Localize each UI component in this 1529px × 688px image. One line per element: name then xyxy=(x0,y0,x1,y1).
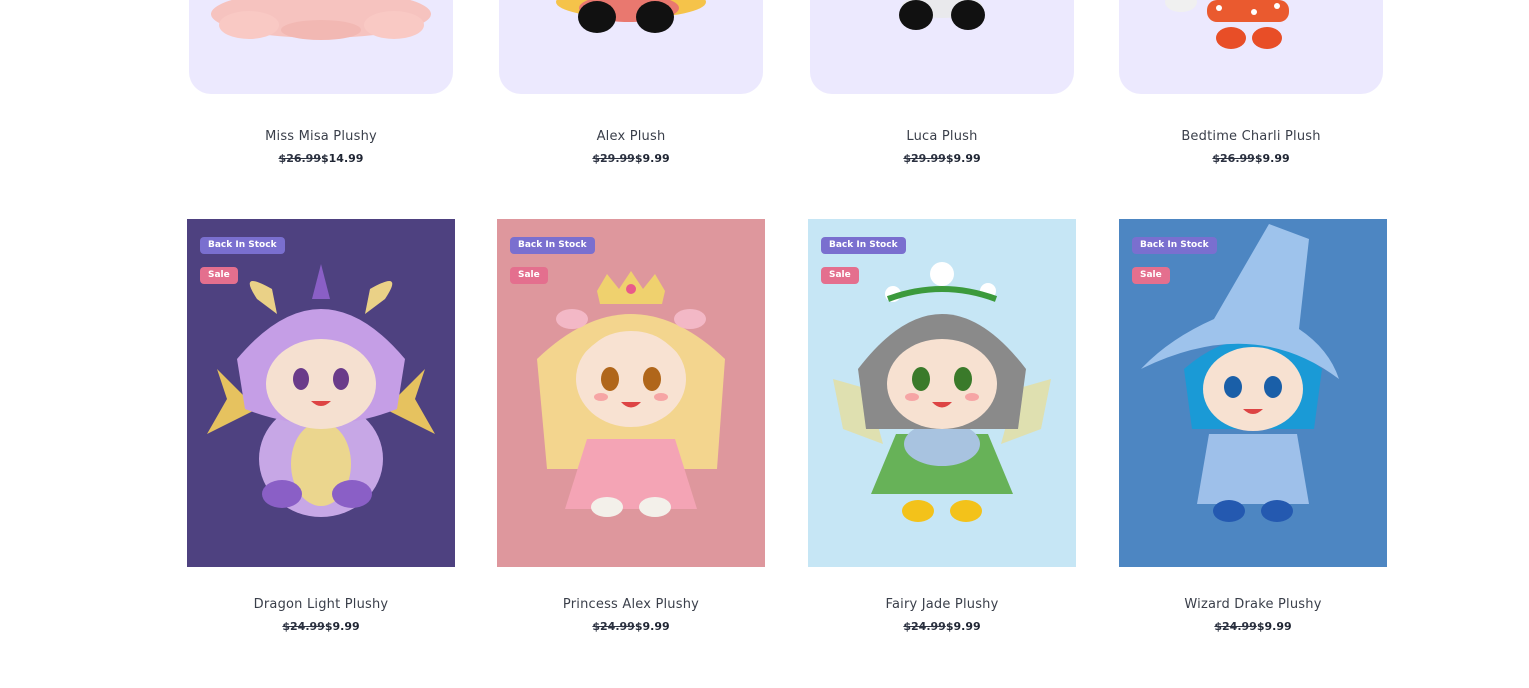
original-price: $24.99 xyxy=(1214,620,1257,633)
sale-price: $9.99 xyxy=(1256,620,1292,633)
original-price: $24.99 xyxy=(903,620,946,633)
product-card[interactable]: Back In Stock Sale Wizard Drake Plushy $… xyxy=(1119,0,1387,688)
back-in-stock-badge: Back In Stock xyxy=(510,237,595,254)
original-price: $24.99 xyxy=(282,620,325,633)
product-card[interactable]: Back In Stock Sale Princess Alex Plushy … xyxy=(497,0,765,688)
product-price: $24.99$9.99 xyxy=(808,620,1076,633)
product-card[interactable]: Back In Stock Sale Fairy Jade Plushy $24… xyxy=(808,0,1076,688)
product-grid: Miss Misa Plushy $26.99$14.99 Alex Plush… xyxy=(0,0,1529,688)
product-title[interactable]: Dragon Light Plushy xyxy=(187,597,455,612)
sale-badge: Sale xyxy=(200,267,238,284)
product-title[interactable]: Wizard Drake Plushy xyxy=(1119,597,1387,612)
product-image[interactable]: Back In Stock Sale xyxy=(187,219,455,567)
back-in-stock-badge: Back In Stock xyxy=(1132,237,1217,254)
product-card[interactable]: Back In Stock Sale Dragon Light Plushy $… xyxy=(187,0,455,688)
product-title[interactable]: Fairy Jade Plushy xyxy=(808,597,1076,612)
product-price: $24.99$9.99 xyxy=(1119,620,1387,633)
original-price: $24.99 xyxy=(592,620,635,633)
product-image[interactable]: Back In Stock Sale xyxy=(497,219,765,567)
product-title[interactable]: Princess Alex Plushy xyxy=(497,597,765,612)
sale-badge: Sale xyxy=(1132,267,1170,284)
sale-price: $9.99 xyxy=(945,620,981,633)
product-price: $24.99$9.99 xyxy=(497,620,765,633)
sale-badge: Sale xyxy=(821,267,859,284)
sale-badge: Sale xyxy=(510,267,548,284)
sale-price: $9.99 xyxy=(634,620,670,633)
product-image[interactable]: Back In Stock Sale xyxy=(808,219,1076,567)
back-in-stock-badge: Back In Stock xyxy=(821,237,906,254)
product-image[interactable]: Back In Stock Sale xyxy=(1119,219,1387,567)
back-in-stock-badge: Back In Stock xyxy=(200,237,285,254)
sale-price: $9.99 xyxy=(324,620,360,633)
product-price: $24.99$9.99 xyxy=(187,620,455,633)
